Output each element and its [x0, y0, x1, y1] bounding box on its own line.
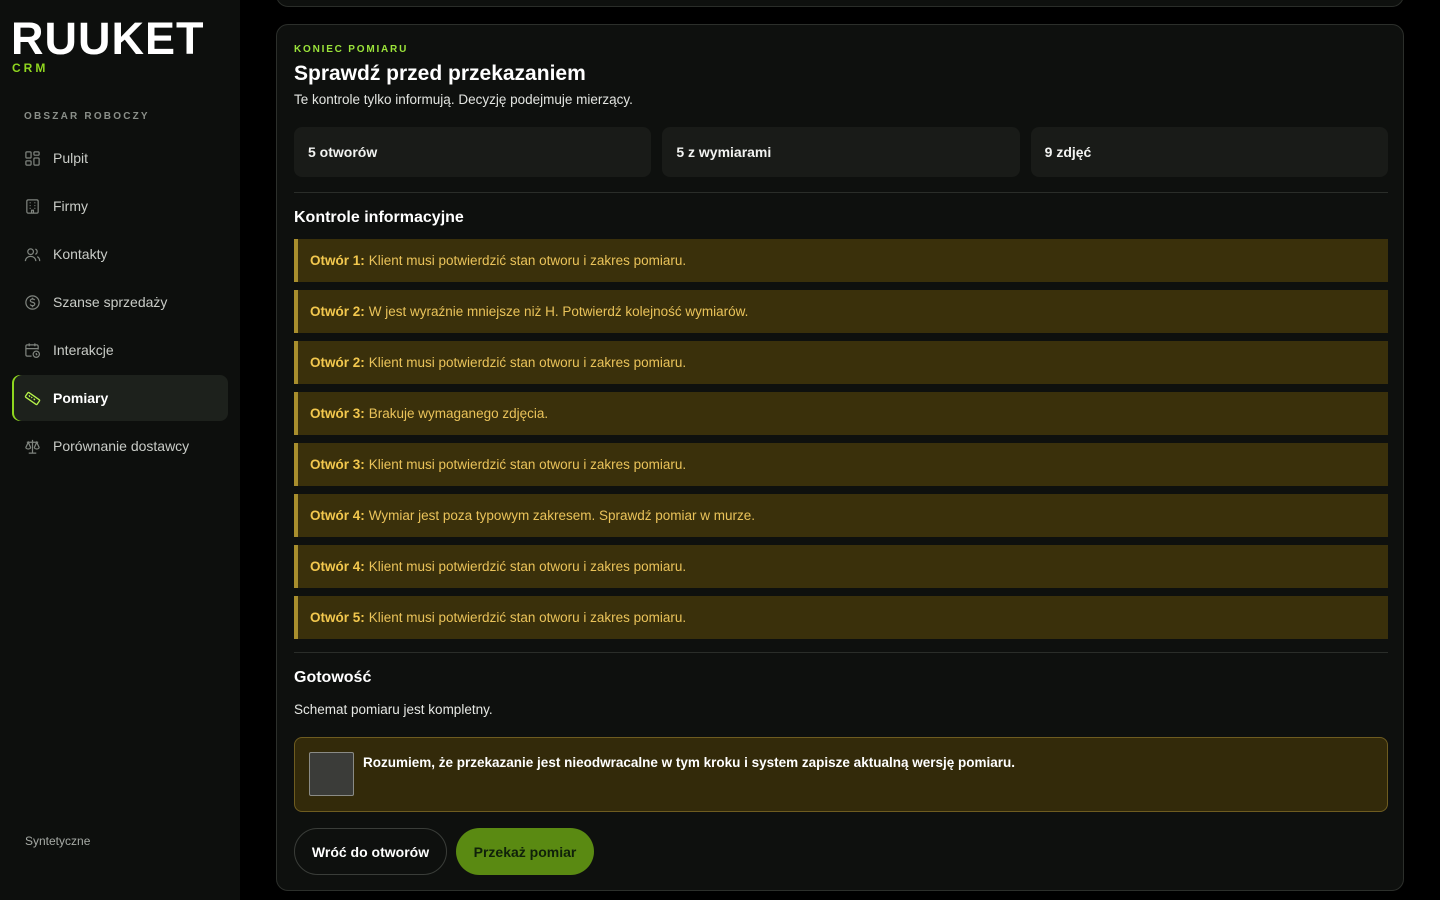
- check-alert: Otwór 5: Klient musi potwierdzić stan otw…: [294, 596, 1388, 639]
- checks-heading: Kontrole informacyjne: [294, 209, 464, 226]
- stat-openings: 5 otworów: [294, 127, 652, 177]
- check-alert-opening: Otwór 4:: [310, 508, 365, 523]
- check-alert-message: Wymiar jest poza typowym zakresem. Spraw…: [368, 508, 755, 523]
- check-alert: Otwór 2: Klient musi potwierdzić stan otw…: [294, 341, 1388, 384]
- check-alert-message: Klient musi potwierdzić stan otworu i za…: [368, 253, 687, 268]
- check-alert-message: Klient musi potwierdzić stan otworu i za…: [368, 610, 687, 625]
- check-alert-opening: Otwór 2:: [310, 355, 365, 370]
- check-alert-opening: Otwór 5:: [310, 610, 365, 625]
- sidebar-item-label: Kontakty: [53, 246, 108, 262]
- check-alert-opening: Otwór 1:: [310, 253, 365, 268]
- check-alert: Otwór 2: W jest wyraźnie mniejsze niż H. …: [294, 290, 1388, 333]
- users-icon: [24, 246, 41, 263]
- building-icon: [24, 198, 41, 215]
- submit-measurement-button[interactable]: Przekaż pomiar: [456, 828, 594, 875]
- page-subtitle: Te kontrole tylko informują. Decyzję pod…: [294, 92, 633, 107]
- check-alert-message: Klient musi potwierdzić stan otworu i za…: [368, 457, 687, 472]
- app-root: RUUKET CRM OBSZAR ROBOCZY Pulpit Firmy Kon…: [0, 0, 1440, 900]
- check-alert: Otwór 3: Klient musi potwierdzić stan otw…: [294, 443, 1388, 486]
- ruler-icon: [24, 390, 41, 407]
- sidebar-section-label: OBSZAR ROBOCZY: [24, 111, 150, 122]
- sidebar-footer-label: Syntetyczne: [25, 834, 91, 848]
- sidebar-item-firmy[interactable]: Firmy: [12, 183, 228, 229]
- handover-review-card: KONIEC POMIARU Sprawdź przed przekazanie…: [276, 24, 1404, 891]
- back-to-openings-button[interactable]: Wróć do otworów: [294, 828, 447, 875]
- sidebar-item-pomiary[interactable]: Pomiary: [12, 375, 228, 421]
- check-alert: Otwór 3: Brakuje wymaganego zdjęcia.: [294, 392, 1388, 435]
- page-title: Sprawdź przed przekazaniem: [294, 62, 586, 85]
- check-alert-opening: Otwór 3:: [310, 457, 365, 472]
- check-alert: Otwór 1: Klient musi potwierdzić stan otw…: [294, 239, 1388, 282]
- check-alert-message: Brakuje wymaganego zdjęcia.: [368, 406, 549, 421]
- check-alert-message: Klient musi potwierdzić stan otworu i za…: [368, 355, 687, 370]
- confirm-checkbox[interactable]: [309, 752, 354, 796]
- sidebar-item-pulpit[interactable]: Pulpit: [12, 135, 228, 181]
- sidebar-nav: Pulpit Firmy Kontakty Szanse sprzedaży Inter…: [12, 135, 228, 471]
- sidebar-item-label: Pomiary: [53, 390, 109, 406]
- readiness-text: Schemat pomiaru jest kompletny.: [294, 702, 493, 717]
- check-alert-message: Klient musi potwierdzić stan otworu i za…: [368, 559, 687, 574]
- checks-list: Otwór 1: Klient musi potwierdzić stan otw…: [294, 239, 1388, 647]
- sidebar: RUUKET CRM OBSZAR ROBOCZY Pulpit Firmy Kon…: [0, 0, 240, 900]
- sidebar-item-porownanie-dostawcy[interactable]: Porównanie dostawcy: [12, 423, 228, 469]
- previous-card-edge: [276, 0, 1404, 7]
- sidebar-item-interakcje[interactable]: Interakcje: [12, 327, 228, 373]
- confirm-box: Rozumiem, że przekazanie jest nieodwraca…: [294, 737, 1388, 812]
- dollar-circle-icon: [24, 294, 41, 311]
- scale-icon: [24, 438, 41, 455]
- sidebar-item-label: Pulpit: [53, 150, 89, 166]
- readiness-heading: Gotowość: [294, 669, 372, 686]
- stat-photos: 9 zdjęć: [1030, 127, 1388, 177]
- logo[interactable]: RUUKET CRM: [11, 13, 205, 76]
- check-alert-opening: Otwór 2:: [310, 304, 365, 319]
- divider: [294, 192, 1388, 193]
- grid-icon: [24, 150, 41, 167]
- summary-stats: 5 otworów 5 z wymiarami 9 zdjęć: [294, 127, 1388, 177]
- eyebrow-label: KONIEC POMIARU: [294, 44, 409, 55]
- sidebar-item-label: Porównanie dostawcy: [53, 438, 190, 454]
- stat-with-dimensions: 5 z wymiarami: [662, 127, 1020, 177]
- check-alert-opening: Otwór 3:: [310, 406, 365, 421]
- check-alert: Otwór 4: Wymiar jest poza typowym zakrese…: [294, 494, 1388, 537]
- sidebar-item-szanse-sprzedazy[interactable]: Szanse sprzedaży: [12, 279, 228, 325]
- check-alert-opening: Otwór 4:: [310, 559, 365, 574]
- sidebar-item-label: Firmy: [53, 198, 88, 214]
- sidebar-item-label: Szanse sprzedaży: [53, 294, 168, 310]
- check-alert: Otwór 4: Klient musi potwierdzić stan otw…: [294, 545, 1388, 588]
- logo-wordmark: RUUKET: [11, 13, 205, 64]
- check-alert-message: W jest wyraźnie mniejsze niż H. Potwierd…: [368, 304, 749, 319]
- main-area: KONIEC POMIARU Sprawdź przed przekazanie…: [240, 0, 1440, 900]
- calendar-clock-icon: [24, 342, 41, 359]
- divider: [294, 652, 1388, 653]
- sidebar-item-label: Interakcje: [53, 342, 114, 358]
- confirm-label: Rozumiem, że przekazanie jest nieodwraca…: [363, 755, 1015, 770]
- sidebar-item-kontakty[interactable]: Kontakty: [12, 231, 228, 277]
